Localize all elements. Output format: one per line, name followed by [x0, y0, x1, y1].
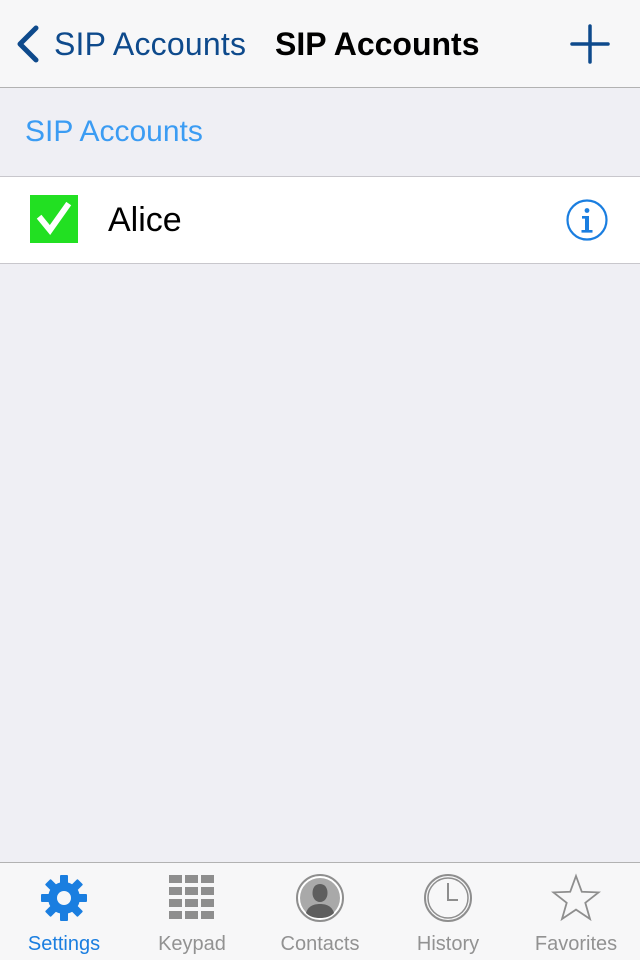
add-account-button[interactable]	[568, 22, 612, 66]
tab-favorites-label: Favorites	[534, 933, 618, 955]
back-button[interactable]: SIP Accounts	[14, 22, 246, 66]
gear-icon	[39, 873, 89, 923]
account-row-alice[interactable]: Alice	[0, 176, 640, 264]
navigation-bar: SIP Accounts SIP Accounts	[0, 0, 640, 88]
tab-history[interactable]: History	[384, 863, 512, 960]
tab-settings[interactable]: Settings	[0, 863, 128, 960]
back-button-label: SIP Accounts	[54, 25, 247, 62]
star-icon	[551, 873, 601, 923]
plus-icon	[568, 22, 612, 66]
tab-keypad-label: Keypad	[158, 933, 226, 955]
person-icon	[295, 873, 345, 923]
tab-contacts[interactable]: Contacts	[256, 863, 384, 960]
clock-icon	[423, 873, 473, 923]
account-info-button[interactable]	[565, 198, 609, 242]
page-title: SIP Accounts	[275, 26, 480, 62]
tab-history-label: History	[416, 933, 480, 955]
tab-favorites[interactable]: Favorites	[512, 863, 640, 960]
keypad-icon	[167, 873, 217, 923]
screen: SIP Accounts SIP Accounts SIP Accounts A…	[0, 0, 640, 960]
tab-contacts-label: Contacts	[280, 933, 360, 955]
chevron-left-icon	[14, 22, 42, 66]
info-icon	[565, 198, 609, 242]
checkmark-icon	[30, 195, 78, 243]
section-header: SIP Accounts	[25, 115, 203, 148]
account-name: Alice	[108, 201, 182, 239]
tab-keypad[interactable]: Keypad	[128, 863, 256, 960]
account-status-indicator	[30, 195, 78, 243]
tab-settings-label: Settings	[27, 933, 101, 955]
tab-bar: Settings Keypad Contacts History Favorit…	[0, 862, 640, 960]
